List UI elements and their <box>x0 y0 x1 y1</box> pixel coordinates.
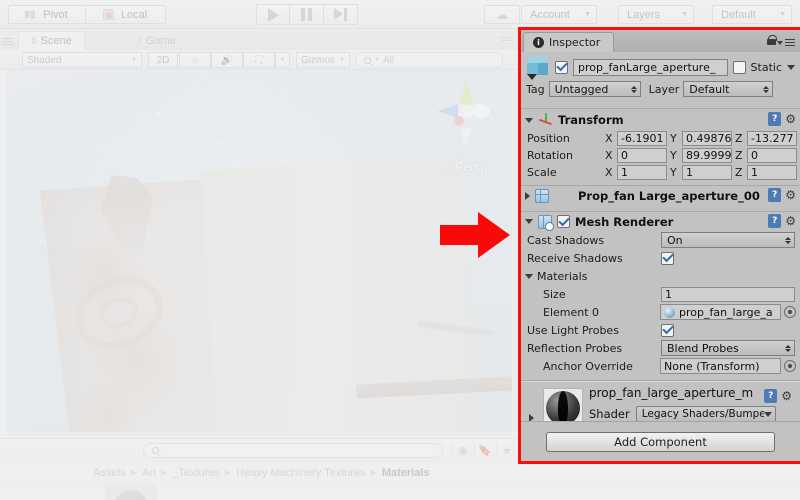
chevron-right-icon: ▶ <box>131 468 138 477</box>
layers-dropdown[interactable]: Layers ▼ <box>618 5 694 24</box>
chevron-down-icon: ▼ <box>131 57 137 63</box>
breadcrumb-item-textures[interactable]: _Textures <box>172 467 220 479</box>
scene-view-gizmo[interactable]: y z x <box>431 73 496 152</box>
breadcrumb-item-assets[interactable]: Assets <box>93 467 126 479</box>
chevron-right-icon: ▶ <box>225 468 232 477</box>
favorite-star-icon[interactable]: ★ <box>496 443 517 458</box>
shading-mode-dropdown[interactable]: Shaded ▼ <box>22 52 142 68</box>
step-icon <box>334 8 347 21</box>
main-toolbar: Pivot Local ☁ Account ▼ Layers ▼ Default… <box>0 0 800 29</box>
breadcrumb: Assets ▶ Art ▶ _Textures ▶ Heavy Machine… <box>0 462 800 484</box>
2d-toggle-button[interactable]: 2D <box>148 52 178 68</box>
local-label: Local <box>120 8 148 21</box>
project-toolbar: ◉ 🔖 ★ <box>0 438 518 462</box>
gizmo-axis-z[interactable] <box>438 104 458 118</box>
arrow-shaft <box>440 225 480 245</box>
scene-search-input[interactable]: ▼ All <box>355 52 503 68</box>
pivot-icon <box>25 9 36 20</box>
cloud-icon: ☁ <box>495 7 509 22</box>
scene-fx-button[interactable]: ⛶ <box>243 52 275 68</box>
gizmo-y-label: y <box>463 73 468 83</box>
breadcrumb-item-art[interactable]: Art <box>142 467 156 479</box>
gizmos-label: Gizmos <box>301 54 335 66</box>
scene-fx-dropdown[interactable]: ▼ <box>275 52 290 68</box>
local-button[interactable]: Local <box>86 5 166 24</box>
chevron-left-icon: ≪ <box>442 161 453 173</box>
speaker-icon: 🔊 <box>220 54 234 66</box>
scene-audio-toggle[interactable]: 🔊 <box>211 52 243 68</box>
local-space-icon <box>102 9 114 20</box>
filter-by-type-icon[interactable]: ◉ <box>452 443 473 458</box>
account-dropdown[interactable]: Account ▼ <box>521 5 597 24</box>
pause-button[interactable] <box>290 4 324 25</box>
search-icon <box>364 56 371 64</box>
moon-icon: ☽ <box>132 35 142 47</box>
image-icon: ⛶ <box>255 54 263 66</box>
gizmo-axis-neg-y[interactable] <box>460 128 472 148</box>
perspective-label: Persp <box>455 160 487 174</box>
gizmo-x-label: x <box>454 122 459 132</box>
breadcrumb-item-heavy-machinery-textures[interactable]: Heavy Machinery Textures <box>236 467 365 479</box>
inspector-highlight-border <box>518 27 800 464</box>
scene-tab-strip: ♯ Scene ☽ Game <box>0 29 518 50</box>
red-arrow-annotation <box>440 212 510 258</box>
layout-label: Default <box>721 8 756 21</box>
2d-toggle-label: 2D <box>156 54 170 66</box>
chevron-down-icon: ▼ <box>779 11 786 18</box>
shading-mode-label: Shaded <box>27 54 62 66</box>
chevron-right-icon: ▶ <box>161 468 168 477</box>
scene-control-bar: Shaded ▼ 2D ☼ 🔊 ⛶ ▼ Gizmos ▼ ▼ All <box>0 50 518 70</box>
arrow-head <box>478 212 510 258</box>
gizmo-axis-y[interactable] <box>459 82 473 104</box>
chevron-down-icon: ▼ <box>584 11 591 18</box>
pivot-label: Pivot <box>43 8 68 21</box>
filter-by-label-icon[interactable]: 🔖 <box>474 443 495 458</box>
unity-editor-window: Pivot Local ☁ Account ▼ Layers ▼ Default… <box>0 0 800 500</box>
asset-thumbnail[interactable] <box>105 484 157 500</box>
chevron-down-icon: ▼ <box>681 11 688 18</box>
breadcrumb-item-materials[interactable]: Materials <box>382 467 430 479</box>
scene-search-value: All <box>382 54 395 66</box>
tab-scene-label: Scene <box>40 35 72 47</box>
step-button[interactable] <box>324 4 358 25</box>
chevron-down-icon: ▼ <box>339 57 345 63</box>
scene-lighting-toggle[interactable]: ☼ <box>179 52 211 68</box>
gizmos-dropdown[interactable]: Gizmos ▼ <box>296 52 350 68</box>
layout-dropdown[interactable]: Default ▼ <box>712 5 792 24</box>
sun-icon: ☼ <box>190 54 200 66</box>
project-search-input[interactable] <box>143 443 443 458</box>
chevron-right-icon: ▶ <box>370 468 377 477</box>
play-icon <box>267 7 279 22</box>
play-button[interactable] <box>256 4 290 25</box>
search-icon <box>152 447 159 454</box>
chevron-down-icon: ▼ <box>279 57 286 63</box>
pause-icon <box>301 8 312 21</box>
playback-controls <box>256 4 358 25</box>
tab-game-label: Game <box>145 34 176 47</box>
collab-cloud-button[interactable]: ☁ <box>484 5 520 24</box>
gizmo-axis-neg-z[interactable] <box>472 104 490 119</box>
perspective-label-group[interactable]: ≪ Persp <box>442 160 487 174</box>
grid-icon: ♯ <box>31 35 37 47</box>
chevron-down-icon: ▼ <box>374 57 380 63</box>
scene-pane-menu-icon[interactable] <box>501 35 512 43</box>
tab-game[interactable]: ☽ Game <box>120 31 188 50</box>
layers-label: Layers <box>627 8 661 21</box>
tab-scene[interactable]: ♯ Scene <box>18 31 85 50</box>
account-label: Account <box>530 8 570 21</box>
pivot-button[interactable]: Pivot <box>8 5 86 24</box>
panel-menu-icon[interactable] <box>2 36 13 47</box>
gizmo-z-label: z <box>431 103 436 113</box>
